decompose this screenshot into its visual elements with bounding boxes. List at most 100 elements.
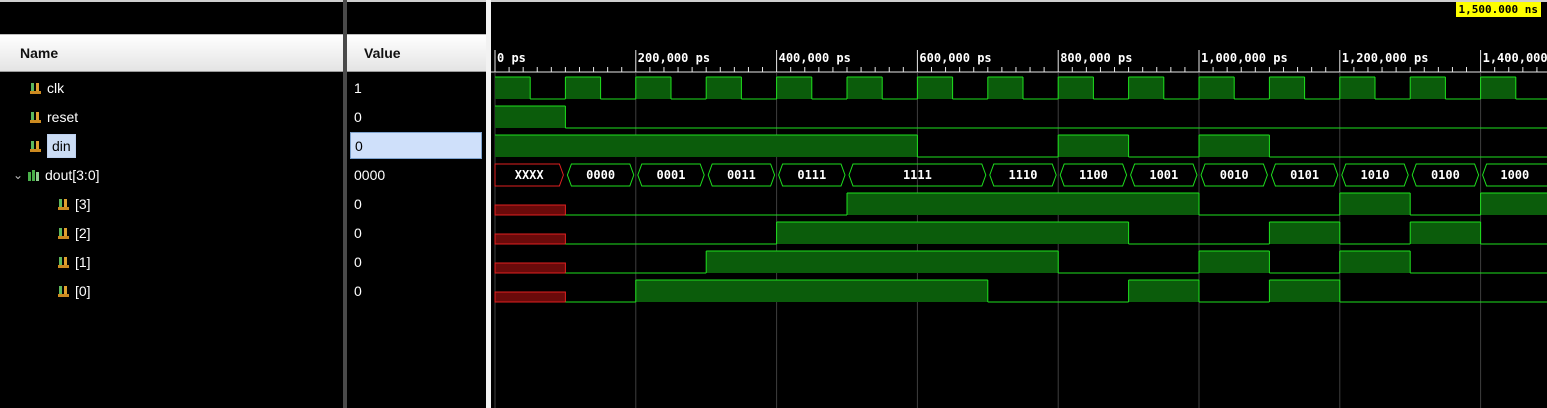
ruler-tick-label: 1,200,000 ps [1342,51,1429,65]
ruler-tick-label: 800,000 ps [1060,51,1132,65]
ruler-tick-label: 400,000 ps [779,51,851,65]
dout-wave-bus-value-label: 0000 [586,168,615,182]
signal-name: din [47,133,76,158]
signal-name: [2] [75,224,91,241]
dout-wave-bus-value-label: 0001 [657,168,686,182]
clk-wave-high-fill [565,77,601,99]
dout0-wave-high-fill [635,280,988,302]
din-wave-high-fill [495,135,918,157]
dout3-wave-high-fill [847,193,1199,215]
dout-wave-bus-value-label: 0100 [1431,168,1460,182]
signal-value-row[interactable]: 1 [347,73,486,102]
dout2-wave-undefined-segment [494,233,566,245]
dout3-wave-high-fill [1339,193,1411,215]
clk-wave-high-fill [1269,77,1305,99]
ruler-tick-label: 1,400,000 ps [1483,51,1547,65]
waveform-canvas[interactable]: 0 ps 200,000 ps 400,000 ps 600,000 ps 800,00… [491,0,1547,408]
signal-value: 0 [354,108,362,125]
clk-wave-high-fill [1199,77,1235,99]
signal-value-row[interactable]: 0000 [347,160,486,189]
dout0-wave-undefined-segment [494,291,566,303]
dout1-wave-high-fill [706,251,1059,273]
clk-wave-high-fill [706,77,742,99]
signal-name: [0] [75,282,91,299]
clk-wave-high-fill [1128,77,1164,99]
signal-row[interactable]: [3] [0,189,343,218]
dout-wave-bus-value-label: 1111 [903,168,932,182]
signal-value-row[interactable]: 0 [347,276,486,305]
signal-row[interactable]: [0] [0,276,343,305]
signal-row[interactable]: [2] [0,218,343,247]
dout2-wave-high-fill [1269,222,1340,244]
signal-row[interactable]: din [0,131,343,160]
signal-value-row[interactable]: 0 [347,247,486,276]
dout1-wave-high-fill [1339,251,1411,273]
signal-value: 1 [354,79,362,96]
dout-wave-bus-value-label: 0011 [727,168,756,182]
signal-value-row[interactable]: 0 [347,189,486,218]
signal-name: [1] [75,253,91,270]
name-panel-toolbar-area [0,0,343,34]
signal-row[interactable]: reset [0,102,343,131]
signal-value: 0 [354,224,362,241]
ruler-tick-label: 0 ps [497,51,526,65]
ruler-tick-label: 600,000 ps [919,51,991,65]
dout2-wave-high-fill [776,222,1129,244]
clk-wave-high-fill [1058,77,1094,99]
signal-row[interactable]: clk [0,73,343,102]
bit-signal-icon [58,198,70,210]
dout2-wave-high-fill [1410,222,1481,244]
bus-signal-icon [28,169,40,181]
bit-signal-icon [58,227,70,239]
signal-row[interactable]: [1] [0,247,343,276]
signal-value: 0 [354,195,362,212]
dout1-wave-undefined-segment [494,262,566,274]
clk-wave-high-fill [1410,77,1446,99]
ruler-tick-label: 1,000,000 ps [1201,51,1288,65]
dout-wave-bus-value-label: 0111 [797,168,826,182]
clk-wave-high-fill [1480,77,1516,99]
bit-signal-icon [30,140,42,152]
clk-wave-high-fill [847,77,883,99]
name-column-header[interactable]: Name [0,34,343,72]
clk-wave-high-fill [635,77,671,99]
signal-value-row[interactable]: 0 [347,131,486,160]
signal-name: [3] [75,195,91,212]
din-wave-high-fill [1058,135,1129,157]
signal-value-row[interactable]: 0 [347,102,486,131]
signal-value: 0 [354,253,362,270]
clk-wave-high-fill [987,77,1023,99]
din-wave-high-fill [1199,135,1270,157]
clk-wave-high-fill [495,77,531,99]
dout-wave-bus-value-label: 1100 [1079,168,1108,182]
signal-name: clk [47,79,65,96]
signal-value: 0 [350,132,482,159]
bit-signal-icon [58,256,70,268]
signal-value: 0000 [354,166,386,183]
bit-signal-icon [30,111,42,123]
waveform-svg[interactable]: 0 ps 200,000 ps 400,000 ps 600,000 ps 800,00… [491,0,1547,408]
dout-wave-bus-value-label: 1110 [1009,168,1038,182]
dout1-wave-high-fill [1199,251,1270,273]
reset-wave-high-fill [495,106,566,128]
clk-wave-high-fill [917,77,953,99]
bit-signal-icon [58,285,70,297]
signal-name: reset [47,108,79,125]
cursor-time-label: 1,500.000 ns [1455,2,1541,17]
wave-top-border [491,0,1547,2]
dout3-wave-high-fill [1480,193,1547,215]
dout0-wave-high-fill [1269,280,1340,302]
signal-row[interactable]: ⌄ dout[3:0] [0,160,343,189]
dout-wave-bus-value-label: 0010 [1220,168,1249,182]
signal-value-row[interactable]: 0 [347,218,486,247]
name-panel: Name clk reset din ⌄ dout[3:0] [3] [2] [1] [0] [0,0,343,408]
clk-wave-high-fill [776,77,812,99]
dout-wave-bus-value-label: 1010 [1361,168,1390,182]
value-panel: Value 1 0 0 0000 0 0 0 0 [347,0,486,408]
value-column-header[interactable]: Value [347,34,486,72]
chevron-down-icon[interactable]: ⌄ [10,168,26,182]
dout0-wave-high-fill [1128,280,1199,302]
signal-value: 0 [354,282,362,299]
signal-name: dout[3:0] [45,166,100,183]
dout-wave-bus-value-label: 1001 [1149,168,1178,182]
